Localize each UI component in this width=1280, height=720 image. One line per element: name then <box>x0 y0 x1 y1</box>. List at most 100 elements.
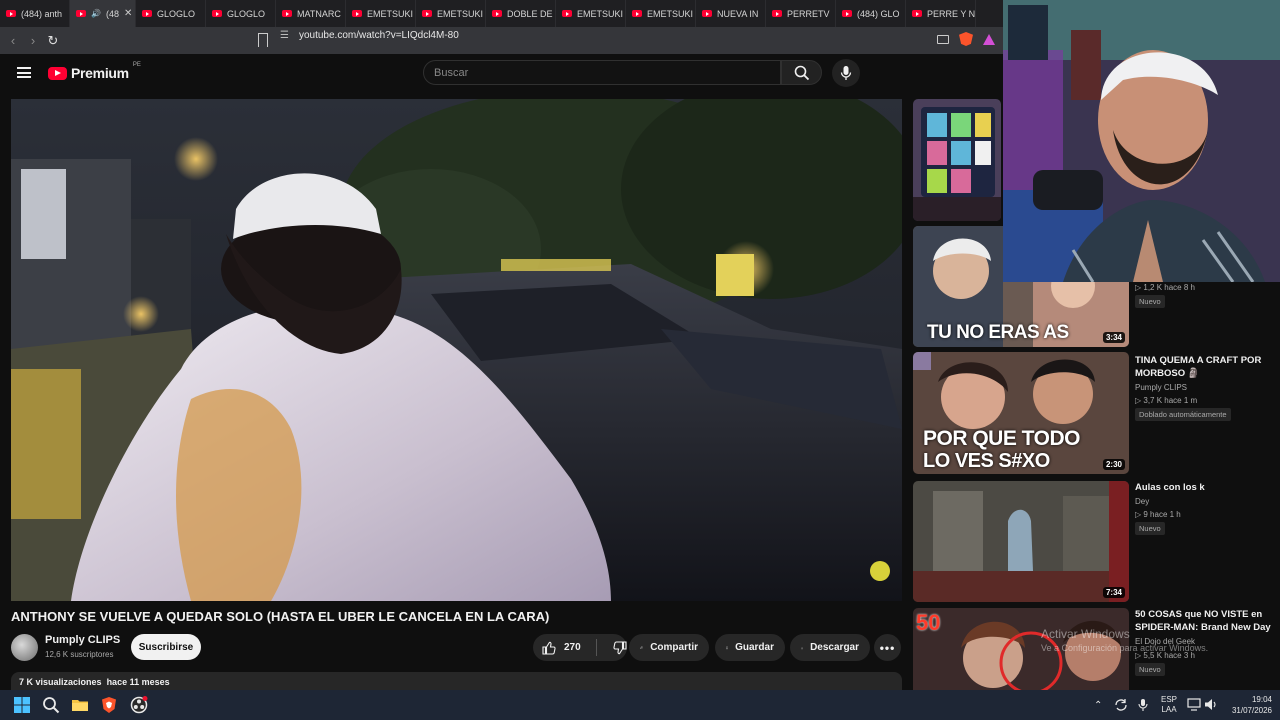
description-box[interactable]: 7 K visualizaciones hace 11 meses <box>11 672 902 692</box>
show-hidden-icons[interactable]: ⌃ <box>1094 690 1102 720</box>
like-count: 270 <box>564 642 581 653</box>
forward-icon[interactable]: › <box>23 33 43 48</box>
recommendation-title[interactable]: Aulas con los k <box>1135 481 1275 494</box>
browser-tab[interactable]: EMETSUKI <box>416 0 486 27</box>
recommendation-meta: ▷ 9 hace 1 h <box>1135 510 1181 519</box>
windows-start-icon[interactable] <box>13 696 31 714</box>
browser-tab[interactable]: EMETSUKI <box>556 0 626 27</box>
tray-microphone-icon[interactable] <box>1138 698 1148 712</box>
network-icon[interactable] <box>1187 698 1201 711</box>
browser-tab[interactable]: GLOGLO <box>206 0 276 27</box>
taskbar-search-icon[interactable] <box>42 696 60 714</box>
youtube-favicon-icon <box>142 10 152 17</box>
browser-tab-label: GLOGLO <box>227 8 266 19</box>
video-player[interactable] <box>11 99 902 601</box>
browser-tab-label: EMETSUKI <box>437 8 484 19</box>
youtube-favicon-icon <box>702 10 712 17</box>
webcam-image <box>1003 0 1280 282</box>
menu-icon[interactable] <box>17 67 31 78</box>
microphone-icon <box>840 66 852 80</box>
thumbnail-image <box>913 481 1129 602</box>
download-label: Descargar <box>810 642 859 653</box>
save-label: Guardar <box>735 642 774 653</box>
search-input[interactable]: Buscar <box>423 60 781 85</box>
reload-icon[interactable]: ↻ <box>43 33 63 49</box>
browser-tab[interactable]: DOBLE DE <box>486 0 556 27</box>
browser-tab-label: EMETSUKI <box>577 8 624 19</box>
browser-tab[interactable]: PERRETV <box>766 0 836 27</box>
recommendation-thumbnail-4[interactable]: 7:34 <box>913 481 1129 602</box>
browser-tab[interactable]: (484) GLO <box>836 0 906 27</box>
bookmark-icon[interactable] <box>258 33 268 47</box>
browser-tab-label: (484) GLO <box>857 8 900 19</box>
thumbnail-text: TU NO ERAS AS <box>927 322 1069 343</box>
clock[interactable]: 19:04 31/07/2026 <box>1222 694 1272 716</box>
browser-tab[interactable]: MATNARC <box>276 0 346 27</box>
brave-browser-icon[interactable] <box>100 696 118 714</box>
webcam-overlay <box>1003 0 1280 282</box>
recommendation-thumbnail-1[interactable] <box>913 99 1001 221</box>
site-info-icon[interactable]: ☰ <box>280 30 289 41</box>
browser-tab[interactable]: NUEVA IN <box>696 0 766 27</box>
like-button[interactable]: 270 <box>533 634 581 661</box>
url-field[interactable]: youtube.com/watch?v=LIQdcl4M-80 <box>299 30 459 41</box>
browser-tab[interactable]: (484) anth <box>0 0 70 27</box>
auto-dubbed-badge: Doblado automáticamente <box>1135 408 1231 421</box>
youtube-logo[interactable]: Premium PE <box>48 62 141 81</box>
input-language[interactable]: ESP LAA <box>1161 695 1177 715</box>
recommendation-thumbnail-3[interactable]: POR QUE TODO LO VES S#XO 2:30 <box>913 352 1129 474</box>
video-title: ANTHONY SE VUELVE A QUEDAR SOLO (HASTA E… <box>11 609 550 624</box>
browser-tab[interactable]: GLOGLO <box>136 0 206 27</box>
more-actions-icon[interactable]: ••• <box>874 634 901 661</box>
brave-shield-icon[interactable] <box>959 32 973 46</box>
video-duration: 3:34 <box>1102 332 1125 343</box>
search-button[interactable] <box>781 60 822 85</box>
save-button[interactable]: Guardar <box>715 634 785 661</box>
video-duration: 2:30 <box>1102 459 1125 470</box>
sync-icon[interactable] <box>1114 698 1128 712</box>
clock-date: 31/07/2026 <box>1231 706 1272 715</box>
tab-audio-icon[interactable]: 🔊 <box>91 9 101 18</box>
bookmark-save-icon <box>726 646 729 649</box>
back-icon[interactable]: ‹ <box>3 33 23 48</box>
brave-rewards-icon[interactable] <box>983 33 995 45</box>
share-button[interactable]: Compartir <box>629 634 709 661</box>
recommendation-title[interactable]: 50 COSAS que NO VISTE en SPIDER-MAN: Bra… <box>1135 608 1275 634</box>
browser-tab[interactable]: PERRE Y N <box>906 0 976 27</box>
voice-search-button[interactable] <box>832 59 860 87</box>
thumbnail-text-line-1: POR QUE TODO <box>923 427 1080 450</box>
windows-taskbar: ⌃ ESP LAA 19:04 31/07/2026 <box>0 690 1280 720</box>
download-button[interactable]: Descargar <box>790 634 870 661</box>
browser-tab-label: EMETSUKI <box>367 8 414 19</box>
screen: (484) anth 🔊 (48 ✕ GLOGLO GLOGLO MATNARC EMETSU… <box>0 0 1280 720</box>
recommendation-channel[interactable]: Dey <box>1135 497 1149 506</box>
youtube-favicon-icon <box>6 10 16 17</box>
channel-name[interactable]: Pumply CLIPS <box>45 634 120 646</box>
browser-tab-label: (484) anth <box>21 8 63 19</box>
recommendation-channel[interactable]: Pumply CLIPS <box>1135 383 1187 392</box>
youtube-favicon-icon <box>76 10 86 17</box>
file-explorer-icon[interactable] <box>71 696 89 714</box>
browser-tab[interactable]: 🔊 (48 ✕ <box>70 0 136 27</box>
volume-icon[interactable] <box>1204 698 1218 711</box>
recommendation-title[interactable]: TINA QUEMA A CRAFT POR MORBOSO 🗿 <box>1135 354 1275 380</box>
dislike-button[interactable] <box>604 640 627 655</box>
browser-tab[interactable]: EMETSUKI <box>626 0 696 27</box>
browser-tab-bar: (484) anth 🔊 (48 ✕ GLOGLO GLOGLO MATNARC EMETSU… <box>0 0 1003 27</box>
browser-tab-label: MATNARC <box>297 8 341 19</box>
new-badge: Nuevo <box>1135 522 1165 535</box>
browser-tab[interactable]: EMETSUKI <box>346 0 416 27</box>
close-tab-icon[interactable]: ✕ <box>124 8 132 19</box>
subscribe-button[interactable]: Suscribirse <box>131 634 201 660</box>
youtube-favicon-icon <box>492 10 502 17</box>
keyboard-layout: LAA <box>1161 705 1177 714</box>
browser-tab-label: NUEVA IN <box>717 8 759 19</box>
browser-tab-label: GLOGLO <box>157 8 196 19</box>
obs-icon[interactable] <box>130 696 148 714</box>
view-count: 7 K visualizaciones <box>19 677 102 687</box>
country-code: PE <box>132 62 141 68</box>
channel-avatar[interactable] <box>11 634 38 661</box>
thumbs-up-icon <box>542 641 556 655</box>
cast-icon[interactable] <box>937 34 949 44</box>
youtube-favicon-icon <box>562 10 572 17</box>
